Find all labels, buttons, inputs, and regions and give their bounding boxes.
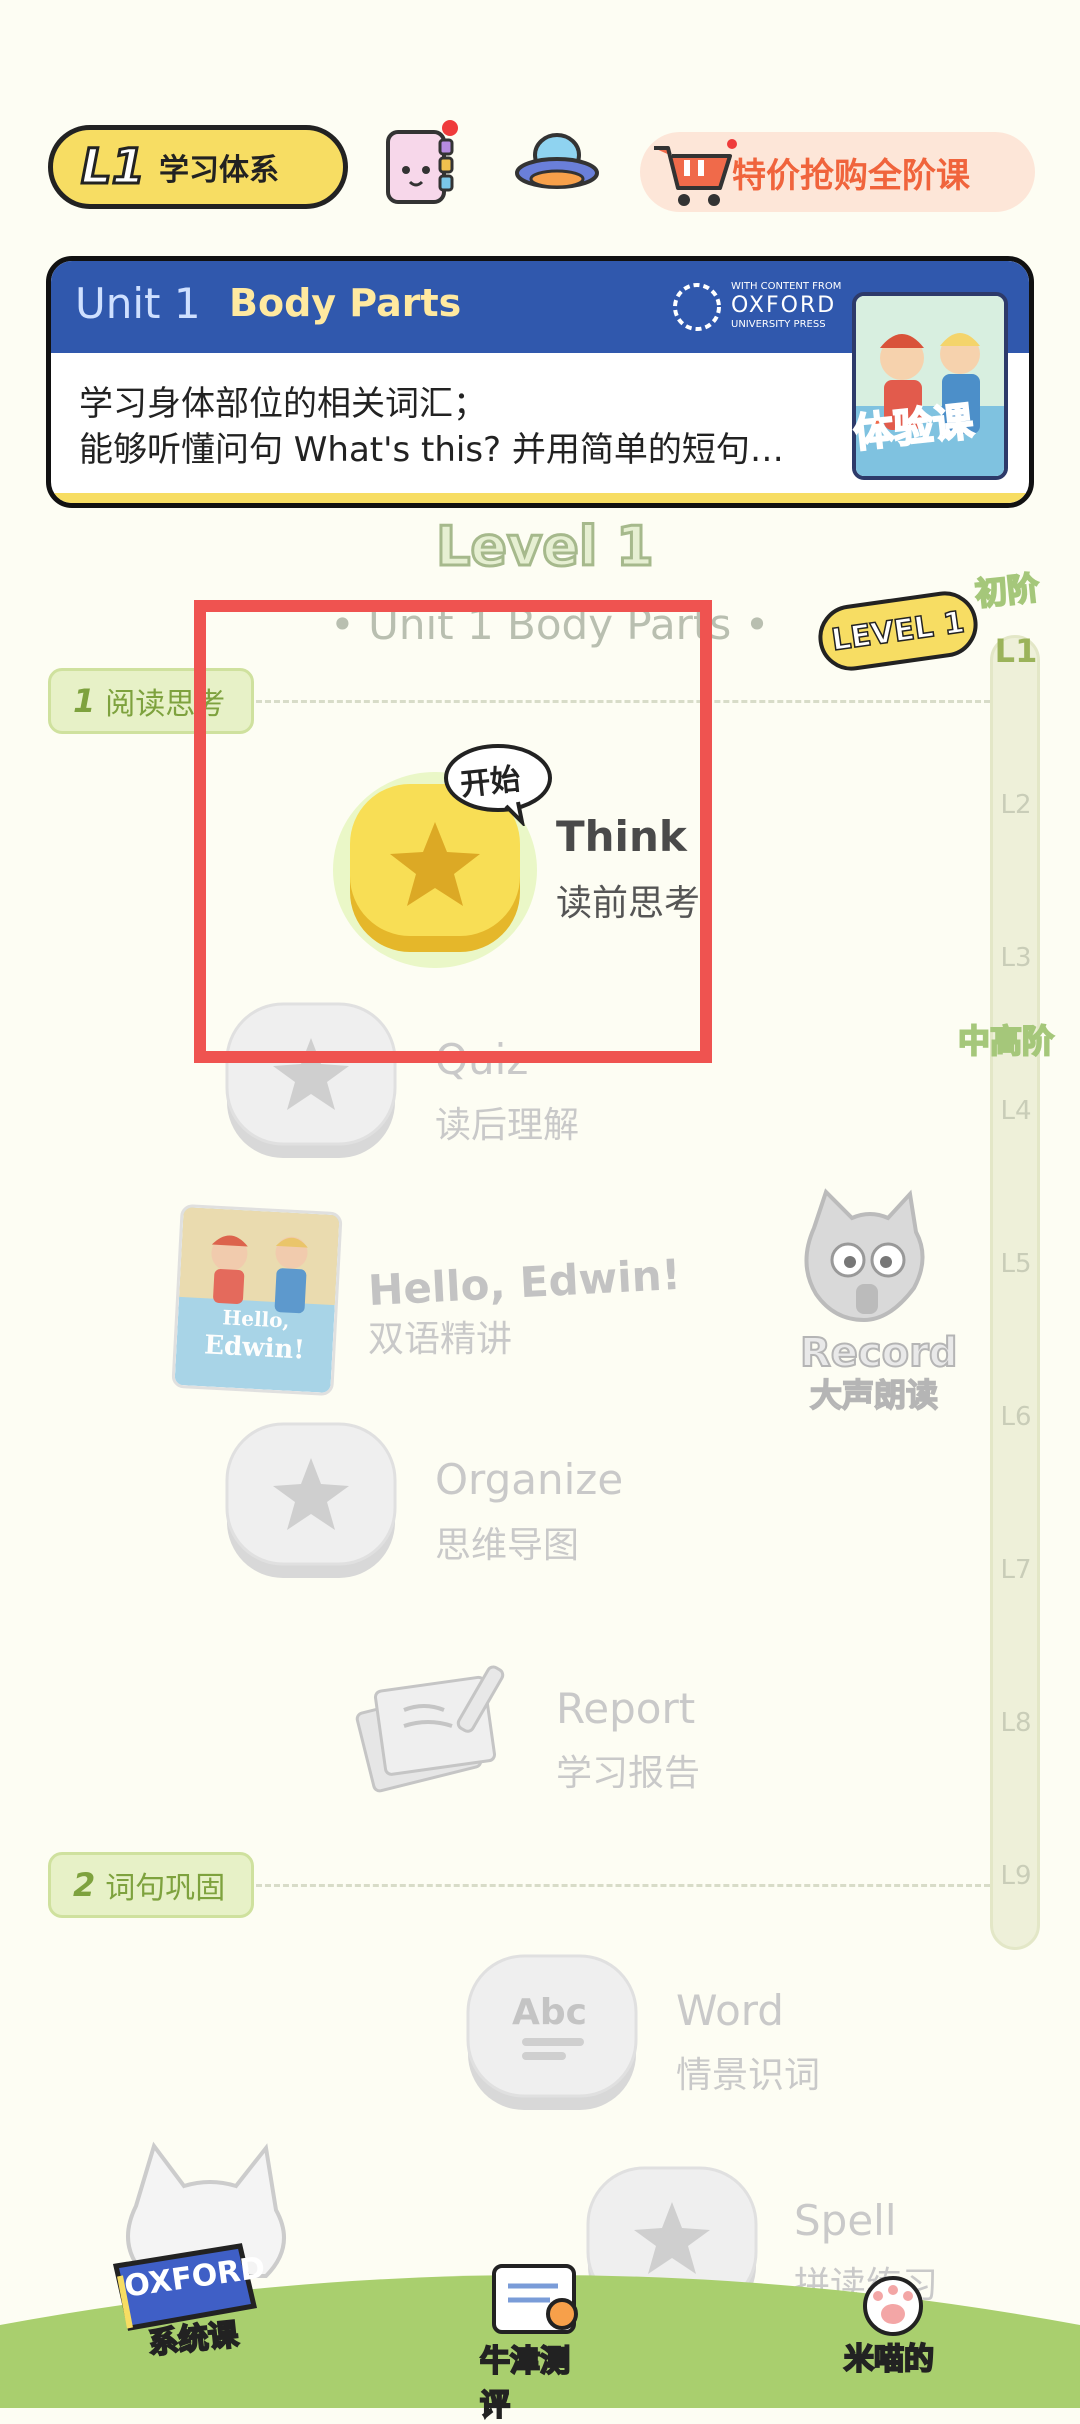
- report-title[interactable]: Report: [556, 1684, 695, 1733]
- word-title[interactable]: Word: [676, 1986, 784, 2035]
- stage-mid-label: 中高阶: [957, 1021, 1055, 1061]
- rail-level-l6[interactable]: L6: [993, 1402, 1039, 1432]
- report-papers-icon[interactable]: [344, 1660, 520, 1796]
- rail-level-l4[interactable]: L4: [993, 1096, 1039, 1126]
- learning-system-label: 学习体系: [158, 153, 279, 188]
- spell-title[interactable]: Spell: [794, 2196, 897, 2245]
- book-subtitle: 双语精讲: [368, 1319, 513, 1360]
- rail-level-l7[interactable]: L7: [993, 1555, 1039, 1585]
- nav-system-course[interactable]: OXFORD 系统课: [110, 2236, 267, 2363]
- unit-description: 学习身体部位的相关词汇； 能够听懂问句 What's this? 并用简单的短句…: [79, 381, 879, 473]
- stage-beginner-label: 初阶: [972, 568, 1042, 614]
- oxford-emblem-icon: [673, 283, 721, 331]
- record-cat-mascot[interactable]: [790, 1188, 940, 1338]
- nav-mine[interactable]: 米喵的: [838, 2266, 948, 2378]
- quiz-subtitle: 读后理解: [435, 1105, 580, 1146]
- book-cover[interactable]: Hello, Edwin!: [171, 1203, 343, 1397]
- nav-oxford-test[interactable]: 牛津测评: [478, 2260, 598, 2424]
- level-title: Level 1: [435, 514, 656, 580]
- highlight-box: [194, 600, 712, 1063]
- nav-system-course-label: 系统课: [146, 2316, 241, 2362]
- notebook-icon[interactable]: [380, 118, 460, 208]
- test-paper-icon: [492, 2264, 578, 2334]
- current-level-badge: LEVEL 1: [814, 587, 982, 675]
- shop-label: 特价抢购全阶课: [732, 155, 970, 196]
- desc-line-2: 能够听懂问句 What's this? 并用简单的短句…: [79, 430, 784, 470]
- section-number: 1: [73, 682, 96, 720]
- rail-level-l3[interactable]: L3: [993, 943, 1039, 973]
- learning-system-button[interactable]: L1 学习体系: [48, 125, 348, 209]
- unit-title: Body Parts: [229, 281, 462, 325]
- level-rail[interactable]: [990, 635, 1040, 1950]
- section-number: 2: [73, 1866, 96, 1904]
- nav-oxford-test-label: 牛津测评: [479, 2343, 571, 2424]
- rail-level-l2[interactable]: L2: [993, 790, 1039, 820]
- publisher-small: WITH CONTENT FROM: [731, 281, 842, 292]
- organize-title[interactable]: Organize: [435, 1455, 623, 1504]
- word-subtitle: 情景识词: [676, 2055, 821, 2096]
- section-divider: [256, 1884, 990, 1887]
- organize-subtitle: 思维导图: [435, 1525, 580, 1566]
- record-subtitle: 大声朗读: [809, 1375, 939, 1415]
- section-vocab-tag: 2 词句巩固: [48, 1852, 254, 1918]
- card-bottom-accent: [51, 493, 1029, 503]
- shopping-cart-icon: [654, 139, 737, 206]
- ufo-icon[interactable]: [512, 125, 602, 205]
- level-badge: L1: [80, 138, 147, 197]
- book-title[interactable]: Hello, Edwin!: [367, 1250, 682, 1315]
- rail-level-l8[interactable]: L8: [993, 1708, 1039, 1738]
- desc-line-1: 学习身体部位的相关词汇；: [79, 384, 487, 424]
- organize-star-button[interactable]: [225, 1420, 397, 1580]
- rail-level-l9[interactable]: L9: [993, 1861, 1039, 1891]
- publisher-name: OXFORD: [731, 293, 837, 318]
- word-icon-text: Abc: [512, 1992, 587, 2033]
- publisher-sub: UNIVERSITY PRESS: [731, 319, 826, 330]
- paw-icon: [863, 2276, 923, 2336]
- rail-level-l1[interactable]: L1: [993, 632, 1039, 670]
- section-label: 词句巩固: [105, 1871, 226, 1906]
- unit-label: Unit 1: [75, 279, 201, 328]
- nav-mine-label: 米喵的: [843, 2341, 935, 2378]
- report-subtitle: 学习报告: [556, 1753, 701, 1794]
- rail-level-l5[interactable]: L5: [993, 1249, 1039, 1279]
